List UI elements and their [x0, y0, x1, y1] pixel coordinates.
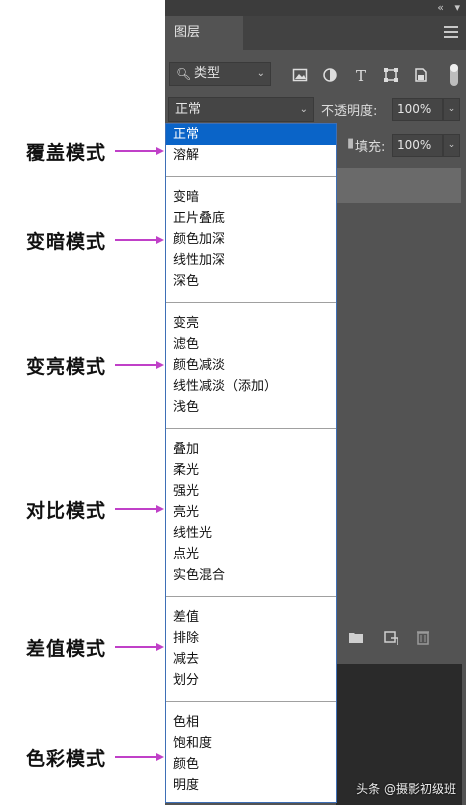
- blend-option[interactable]: 差值: [166, 607, 336, 628]
- blend-option[interactable]: 变暗: [166, 187, 336, 208]
- blend-mode-dropdown: 正常 溶解 变暗 正片叠底 颜色加深 线性加深 深色 变亮 滤色 颜色减淡 线性…: [165, 123, 337, 803]
- annotation-difference-modes: 差值模式: [0, 632, 165, 662]
- layer-filter-row: 🔍︎ 类型 ⌄ T: [165, 58, 466, 90]
- layer-row[interactable]: [335, 168, 461, 203]
- panel-menu-icon[interactable]: [444, 26, 458, 38]
- search-icon: 🔍︎: [176, 67, 192, 81]
- darken-mode-group: 变暗 正片叠底 颜色加深 线性加深 深色: [166, 187, 336, 292]
- blend-mode-value: 正常: [175, 102, 202, 117]
- divider: [166, 701, 336, 702]
- collapse-icon[interactable]: «: [437, 1, 444, 14]
- fill-label: 填充:: [355, 140, 386, 155]
- difference-mode-group: 差值 排除 减去 划分: [166, 607, 336, 691]
- annotation-label: 覆盖模式: [26, 141, 107, 164]
- blend-option[interactable]: 柔光: [166, 460, 336, 481]
- annotation-normal-modes: 覆盖模式: [0, 136, 165, 166]
- annotation-contrast-modes: 对比模式: [0, 494, 165, 524]
- blend-option[interactable]: 变亮: [166, 313, 336, 334]
- divider: [166, 428, 336, 429]
- annotation-label: 变亮模式: [26, 355, 107, 378]
- blend-option[interactable]: 叠加: [166, 439, 336, 460]
- filter-kind-label: 类型: [194, 66, 221, 81]
- shape-filter-icon[interactable]: [383, 67, 399, 83]
- annotation-label: 对比模式: [26, 499, 107, 522]
- lock-icon[interactable]: ▮: [347, 136, 354, 151]
- new-group-icon[interactable]: [348, 629, 364, 645]
- blend-option[interactable]: 线性减淡（添加）: [166, 376, 336, 397]
- watermark: 头条 @摄影初级班: [356, 782, 456, 796]
- blend-option[interactable]: 线性加深: [166, 250, 336, 271]
- opacity-dropdown-button[interactable]: ⌄: [443, 98, 460, 121]
- image-filter-icon[interactable]: [292, 67, 308, 83]
- contrast-mode-group: 叠加 柔光 强光 亮光 线性光 点光 实色混合: [166, 439, 336, 586]
- blend-option[interactable]: 减去: [166, 649, 336, 670]
- blend-option[interactable]: 划分: [166, 670, 336, 691]
- trash-icon[interactable]: [415, 629, 431, 645]
- divider: [166, 596, 336, 597]
- blend-option[interactable]: 溶解: [166, 145, 336, 166]
- lighten-mode-group: 变亮 滤色 颜色减淡 线性减淡（添加） 浅色: [166, 313, 336, 418]
- new-layer-icon[interactable]: [382, 629, 398, 645]
- blend-option[interactable]: 线性光: [166, 523, 336, 544]
- blend-option[interactable]: 色相: [166, 712, 336, 733]
- blend-option[interactable]: 浅色: [166, 397, 336, 418]
- arrow-right-icon: [115, 361, 164, 369]
- blend-option[interactable]: 滤色: [166, 334, 336, 355]
- blend-option[interactable]: 正常: [166, 124, 336, 145]
- arrow-right-icon: [115, 643, 164, 651]
- blend-option[interactable]: 强光: [166, 481, 336, 502]
- filter-toggle[interactable]: [450, 64, 458, 86]
- opacity-input[interactable]: 100%: [392, 98, 443, 121]
- divider: [166, 176, 336, 177]
- blend-option[interactable]: 点光: [166, 544, 336, 565]
- blend-option[interactable]: 颜色减淡: [166, 355, 336, 376]
- blend-option[interactable]: 饱和度: [166, 733, 336, 754]
- panel-tab-bar: 图层: [165, 16, 466, 50]
- annotation-label: 色彩模式: [26, 747, 107, 770]
- blend-mode-select[interactable]: 正常 ⌄: [168, 97, 314, 122]
- close-icon[interactable]: ▾: [454, 1, 460, 14]
- color-mode-group: 色相 饱和度 颜色 明度: [166, 712, 336, 796]
- arrow-right-icon: [115, 753, 164, 761]
- blend-option[interactable]: 颜色: [166, 754, 336, 775]
- blend-option[interactable]: 明度: [166, 775, 336, 796]
- fill-input[interactable]: 100%: [392, 134, 443, 157]
- adjustment-filter-icon[interactable]: [322, 67, 338, 83]
- arrow-right-icon: [115, 147, 164, 155]
- blend-option[interactable]: 深色: [166, 271, 336, 292]
- blend-option[interactable]: 颜色加深: [166, 229, 336, 250]
- type-filter-icon[interactable]: T: [353, 67, 369, 83]
- arrow-right-icon: [115, 505, 164, 513]
- fill-dropdown-button[interactable]: ⌄: [443, 134, 460, 157]
- opacity-label: 不透明度:: [321, 104, 378, 119]
- chevron-down-icon: ⌄: [256, 68, 265, 79]
- annotation-label: 差值模式: [26, 637, 107, 660]
- annotation-label: 变暗模式: [26, 230, 107, 253]
- divider: [166, 302, 336, 303]
- svg-text:T: T: [356, 67, 366, 83]
- annotation-lighten-modes: 变亮模式: [0, 350, 165, 380]
- filter-kind-select[interactable]: 🔍︎ 类型 ⌄: [169, 62, 271, 86]
- tab-layers[interactable]: 图层: [165, 16, 243, 50]
- blend-option[interactable]: 正片叠底: [166, 208, 336, 229]
- annotation-darken-modes: 变暗模式: [0, 225, 165, 255]
- annotation-color-modes: 色彩模式: [0, 742, 165, 772]
- normal-mode-group: 正常 溶解: [166, 124, 336, 166]
- arrow-right-icon: [115, 236, 164, 244]
- chevron-down-icon: ⌄: [299, 104, 308, 115]
- panel-top-strip: « ▾: [165, 0, 466, 16]
- blend-option[interactable]: 亮光: [166, 502, 336, 523]
- smart-object-filter-icon[interactable]: [413, 67, 429, 83]
- blend-option[interactable]: 实色混合: [166, 565, 336, 586]
- blend-option[interactable]: 排除: [166, 628, 336, 649]
